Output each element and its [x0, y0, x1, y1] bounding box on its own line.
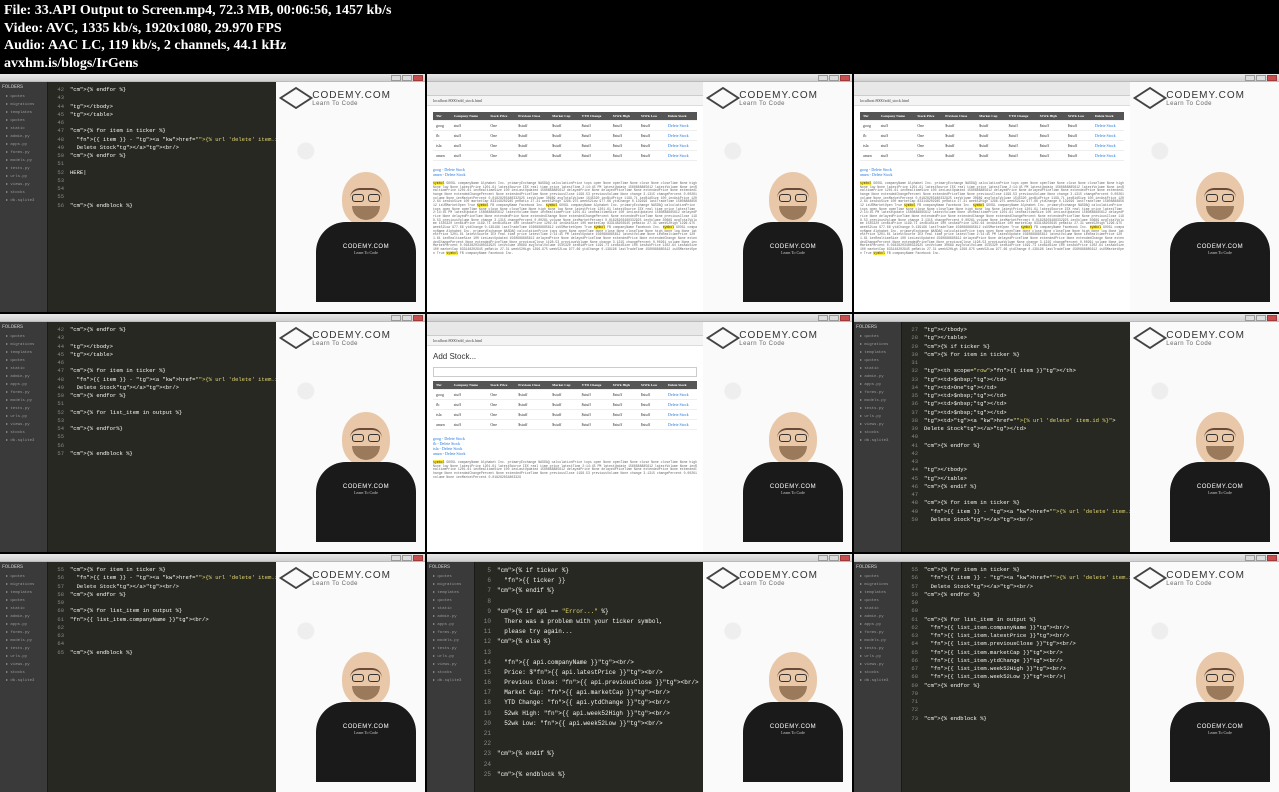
folder-item[interactable]: ▸ migrations: [2, 100, 45, 108]
thumb-4: FOLDERS▸ quotes▸ migrations▸ templates▸ …: [0, 314, 425, 552]
window-titlebar: [427, 74, 852, 82]
browser-tabs[interactable]: [427, 82, 703, 96]
brand-panel: CODEMY.COM Learn To Code CODEMY.COMLearn…: [703, 82, 852, 312]
watermark: avxhm.is/blogs/IrGens: [4, 55, 1275, 73]
close-button[interactable]: [413, 75, 423, 81]
api-output: symbol GOOGL companyName Alphabet Inc. p…: [433, 182, 697, 255]
minimize-button[interactable]: [391, 75, 401, 81]
browser-window: localhost:8000/add_stock.html TkrCompany…: [854, 82, 1130, 312]
minimize-button[interactable]: [818, 75, 828, 81]
stock-link[interactable]: amzn - Delete Stock: [433, 172, 697, 177]
cube-icon: [1133, 567, 1167, 589]
thumb-9: FOLDERS▸ quotes▸ migrations▸ templates▸ …: [854, 554, 1279, 792]
folder-item[interactable]: ▸ stocks: [2, 188, 45, 196]
close-button[interactable]: [840, 75, 850, 81]
stock-table: TkrCompany NameStock PricePrevious Close…: [433, 381, 697, 430]
folder-item[interactable]: ▸ quotes: [2, 116, 45, 124]
maximize-button[interactable]: [829, 75, 839, 81]
video-info: Video: AVC, 1335 kb/s, 1920x1080, 29.970…: [4, 20, 1275, 38]
brand-panel: CODEMY.COM Learn To Code CODEMY.COMLearn…: [276, 82, 425, 312]
thumb-8: FOLDERS▸ quotes▸ migrations▸ templates▸ …: [427, 554, 852, 792]
audio-info: Audio: AAC LC, 119 kb/s, 2 channels, 44.…: [4, 37, 1275, 55]
code-editor[interactable]: 5"cm">{% if ticker %} 6 "fn">{{ ticker }…: [475, 562, 703, 792]
folder-sidebar[interactable]: FOLDERS ▸ quotes▸ migrations▸ templates▸…: [0, 82, 48, 312]
code-editor[interactable]: 27"tg"></tbody> 28"tg"></table> 29"cm">{…: [902, 322, 1130, 552]
browser-window: localhost:8000/add_stock.html TkrCompany…: [427, 82, 703, 312]
instructor-portrait: CODEMY.COMLearn To Code: [738, 172, 848, 312]
stock-table: TkrCompany NameStock PricePrevious Close…: [860, 112, 1124, 161]
thumb-5: localhost:8000/add_stock.html Add Stock.…: [427, 314, 852, 552]
file-info: File: 33.API Output to Screen.mp4, 72.3 …: [4, 2, 1275, 20]
folder-item[interactable]: ▸ views.py: [2, 180, 45, 188]
code-editor[interactable]: 55"cm">{% for item in ticker %} 56 "fn">…: [902, 562, 1130, 792]
folder-item[interactable]: ▸ static: [2, 124, 45, 132]
brand-tagline: Learn To Code: [312, 101, 391, 107]
cube-icon: [279, 567, 313, 589]
folder-item[interactable]: ▸ db.sqlite3: [2, 196, 45, 204]
window-titlebar: [0, 74, 425, 82]
code-editor[interactable]: 42"cm">{% endfor %} 43 44"tg"></tbody> 4…: [48, 82, 276, 312]
brand-name: CODEMY.COM: [312, 90, 391, 101]
stock-table: TkrCompany NameStock PricePrevious Close…: [433, 112, 697, 161]
thumb-3: localhost:8000/add_stock.html TkrCompany…: [854, 74, 1279, 312]
ticker-input[interactable]: [433, 367, 697, 377]
cube-icon: [706, 327, 740, 349]
thumbnail-grid: FOLDERS ▸ quotes▸ migrations▸ templates▸…: [0, 74, 1279, 792]
maximize-button[interactable]: [402, 75, 412, 81]
folder-sidebar[interactable]: FOLDERS▸ quotes▸ migrations▸ templates▸ …: [0, 322, 48, 552]
folder-item[interactable]: ▸ tests.py: [2, 164, 45, 172]
instructor-portrait: CODEMY.COMLearn To Code: [311, 172, 421, 312]
thumb-7: FOLDERS▸ quotes▸ migrations▸ templates▸ …: [0, 554, 425, 792]
code-editor[interactable]: 55"cm">{% for item in ticker %} 56 "fn">…: [48, 562, 276, 792]
media-info-header: File: 33.API Output to Screen.mp4, 72.3 …: [0, 0, 1279, 74]
folder-item[interactable]: ▸ quotes: [2, 92, 45, 100]
url-bar[interactable]: localhost:8000/add_stock.html: [427, 96, 703, 106]
folder-item[interactable]: ▸ apps.py: [2, 140, 45, 148]
page-title: Add Stock...: [433, 352, 697, 361]
folder-header: FOLDERS: [2, 84, 45, 90]
folder-item[interactable]: ▸ admin.py: [2, 132, 45, 140]
thumb-2: localhost:8000/add_stock.html TkrCompany…: [427, 74, 852, 312]
cube-icon: [706, 87, 740, 109]
cube-icon: [279, 327, 313, 349]
folder-item[interactable]: ▸ models.py: [2, 156, 45, 164]
cube-icon: [706, 567, 740, 589]
api-output: symbol GOOGL companyName Alphabet Inc. p…: [860, 182, 1124, 255]
code-editor[interactable]: 42"cm">{% endfor %} 43 44"tg"></tbody> 4…: [48, 322, 276, 552]
cube-icon: [1133, 87, 1167, 109]
folder-item[interactable]: ▸ forms.py: [2, 148, 45, 156]
cube-icon: [1133, 327, 1167, 349]
cube-icon: [279, 87, 313, 109]
folder-item[interactable]: ▸ urls.py: [2, 172, 45, 180]
thumb-6: FOLDERS▸ quotes▸ migrations▸ templates▸ …: [854, 314, 1279, 552]
brand-tagline: Learn To Code: [739, 101, 818, 107]
thumb-1: FOLDERS ▸ quotes▸ migrations▸ templates▸…: [0, 74, 425, 312]
brand-name: CODEMY.COM: [739, 90, 818, 101]
folder-item[interactable]: ▸ templates: [2, 108, 45, 116]
